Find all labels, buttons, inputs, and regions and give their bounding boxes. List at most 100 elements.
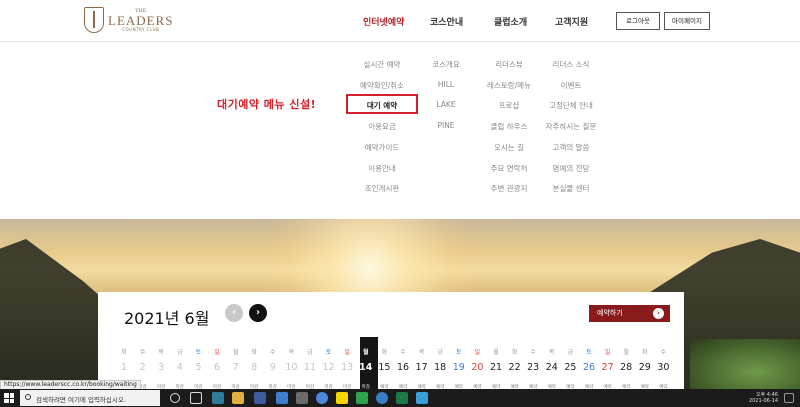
edge-icon[interactable] <box>376 392 388 404</box>
calendar-date-16[interactable]: 16 <box>394 362 412 373</box>
nav-course-info[interactable]: 코스안내 <box>430 15 463 28</box>
calendar-date-20[interactable]: 20 <box>468 362 486 373</box>
calendar-date-17[interactable]: 17 <box>413 362 431 373</box>
weekday-label: 토 <box>195 349 202 356</box>
weekday-label: 수 <box>400 349 406 356</box>
calendar-date-27[interactable]: 27 <box>599 362 617 373</box>
chrome-icon[interactable] <box>316 392 328 404</box>
calendar-date-30[interactable]: 30 <box>654 362 672 373</box>
task-view-icon[interactable] <box>190 392 202 404</box>
app-icon-5[interactable] <box>416 392 428 404</box>
menu-reservation-check[interactable]: 예약확인/취소 <box>352 80 412 91</box>
menu-course-lake[interactable]: LAKE <box>416 100 476 109</box>
weekday-label: 금 <box>307 349 313 356</box>
menu-customer-voice[interactable]: 고객의 말씀 <box>536 142 606 153</box>
weekday-label: 목 <box>549 349 555 356</box>
menu-events[interactable]: 이벤트 <box>536 80 606 91</box>
weekday-label: 월 <box>493 349 499 356</box>
calendar-date-28[interactable]: 28 <box>617 362 635 373</box>
calendar-date-9[interactable]: 9 <box>264 362 282 373</box>
calendar-date-14[interactable]: 14 <box>357 362 375 373</box>
mypage-button[interactable]: 마이페이지 <box>664 12 710 30</box>
cortana-icon[interactable] <box>170 393 180 403</box>
calendar-next-button[interactable]: › <box>249 304 267 322</box>
logo-sub: COUNTRY CLUB <box>122 26 160 32</box>
reserve-button-label: 예약하기 <box>597 309 623 317</box>
calendar-prev-button[interactable]: ‹ <box>225 304 243 322</box>
app-icon-1[interactable] <box>254 392 266 404</box>
menu-leaders-news[interactable]: 리더스 소식 <box>536 59 606 70</box>
menu-course-pine[interactable]: PINE <box>416 121 476 130</box>
file-explorer-icon[interactable] <box>232 392 244 404</box>
menu-join-board[interactable]: 조인게시판 <box>352 183 412 194</box>
menu-group-info[interactable]: 고정단체 안내 <box>536 100 606 111</box>
weekday-label: 월 <box>363 349 369 356</box>
calendar-date-21[interactable]: 21 <box>487 362 505 373</box>
search-icon <box>25 394 31 400</box>
calendar-date-24[interactable]: 24 <box>543 362 561 373</box>
menu-contacts[interactable]: 주요 연락처 <box>474 163 544 174</box>
calendar-date-29[interactable]: 29 <box>636 362 654 373</box>
menu-restaurant[interactable]: 레스토랑/메뉴 <box>474 80 544 91</box>
calendar-date-1[interactable]: 1 <box>115 362 133 373</box>
calendar-date-11[interactable]: 11 <box>301 362 319 373</box>
calendar-date-15[interactable]: 15 <box>375 362 393 373</box>
calendar-date-7[interactable]: 7 <box>227 362 245 373</box>
calendar-date-13[interactable]: 13 <box>338 362 356 373</box>
menu-course-hill[interactable]: HILL <box>416 80 476 89</box>
menu-hall-of-fame[interactable]: 명예의 전당 <box>536 163 606 174</box>
taskbar-clock[interactable]: 오후 4:46 2021-06-14 <box>744 392 778 404</box>
logout-button[interactable]: 로그아웃 <box>616 12 660 30</box>
calendar-date-23[interactable]: 23 <box>524 362 542 373</box>
calendar-date-18[interactable]: 18 <box>431 362 449 373</box>
site-logo[interactable]: THE LEADERS COUNTRY CLUB <box>84 6 174 34</box>
taskbar-search-box[interactable]: 검색하려면 여기에 입력하십시오. <box>20 390 160 406</box>
notification-icon[interactable] <box>784 393 794 403</box>
menu-reservation-guide[interactable]: 예약가이드 <box>352 142 412 153</box>
menu-course-overview[interactable]: 코스개요 <box>416 59 476 70</box>
calendar-date-12[interactable]: 12 <box>320 362 338 373</box>
menu-lost-and-found[interactable]: 분실물 센터 <box>536 183 606 194</box>
weekday-label: 토 <box>586 349 592 356</box>
menu-proshop[interactable]: 프로샵 <box>474 100 544 111</box>
site-header: THE LEADERS COUNTRY CLUB 인터넷예약 코스안내 클럽소개… <box>0 0 800 42</box>
calendar-date-25[interactable]: 25 <box>561 362 579 373</box>
weekday-label: 수 <box>139 349 146 356</box>
weekday-label: 화 <box>251 349 257 356</box>
weekday-label: 월 <box>623 349 629 356</box>
highlight-box <box>346 94 418 114</box>
calendar-date-26[interactable]: 26 <box>580 362 598 373</box>
nav-online-reservation[interactable]: 인터넷예약 <box>363 15 404 28</box>
store-icon[interactable] <box>212 392 224 404</box>
calendar-date-2[interactable]: 2 <box>134 362 152 373</box>
menu-fees[interactable]: 이용요금 <box>352 121 412 132</box>
calendar-date-22[interactable]: 22 <box>506 362 524 373</box>
calendar-date-4[interactable]: 4 <box>171 362 189 373</box>
kakaotalk-icon[interactable] <box>336 392 348 404</box>
calendar-date-5[interactable]: 5 <box>189 362 207 373</box>
app-icon-2[interactable] <box>276 392 288 404</box>
menu-realtime-reservation[interactable]: 실시간 예약 <box>352 59 412 70</box>
menu-directions[interactable]: 오시는 길 <box>474 142 544 153</box>
nav-customer-support[interactable]: 고객지원 <box>555 15 588 28</box>
menu-clubhouse[interactable]: 클럽 하우스 <box>474 121 544 132</box>
menu-faq[interactable]: 자주하시는 질문 <box>536 121 606 132</box>
calendar-date-10[interactable]: 10 <box>282 362 300 373</box>
reserve-button[interactable]: 예약하기 › <box>589 305 670 322</box>
calendar-date-19[interactable]: 19 <box>450 362 468 373</box>
excel-icon[interactable] <box>396 392 408 404</box>
calendar-date-6[interactable]: 6 <box>208 362 226 373</box>
app-icon-4[interactable] <box>356 392 368 404</box>
menu-usage-guide[interactable]: 이용안내 <box>352 163 412 174</box>
weekday-label: 금 <box>437 349 443 356</box>
calendar-date-3[interactable]: 3 <box>152 362 170 373</box>
menu-leaders-view[interactable]: 리더스뷰 <box>474 59 544 70</box>
logo-emblem-icon <box>84 7 104 33</box>
calendar-date-8[interactable]: 8 <box>245 362 263 373</box>
menu-nearby-attractions[interactable]: 주변 관광지 <box>474 183 544 194</box>
nav-club-intro[interactable]: 클럽소개 <box>494 15 527 28</box>
windows-start-icon[interactable] <box>4 393 14 403</box>
app-icon-3[interactable] <box>296 392 308 404</box>
weekday-label: 목 <box>288 349 295 356</box>
weekday-label: 금 <box>567 349 574 356</box>
